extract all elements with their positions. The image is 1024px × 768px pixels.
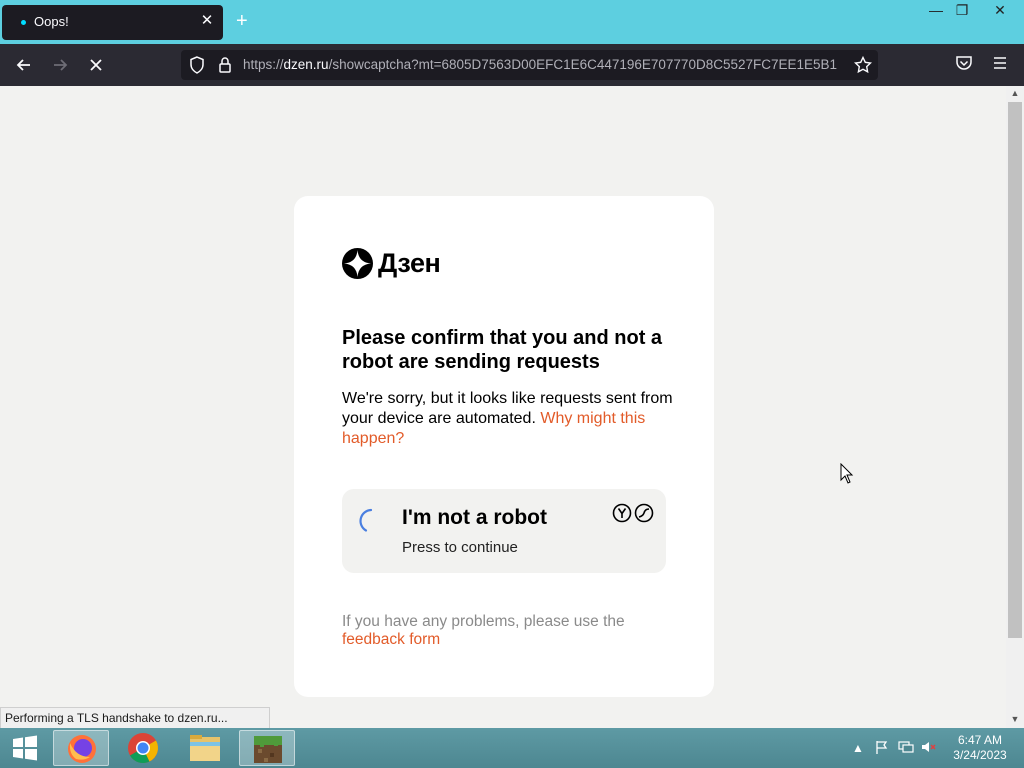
menu-hamburger-icon[interactable]: [989, 54, 1011, 76]
volume-muted-icon[interactable]: [921, 740, 937, 756]
feedback-link[interactable]: feedback form: [342, 631, 440, 648]
yandex-y-icon: [612, 503, 632, 523]
smartcaptcha-icon: [634, 503, 654, 523]
new-tab-icon[interactable]: +: [236, 11, 248, 31]
title-bar: Oops! ✕ + — ❐ ✕: [0, 0, 1024, 44]
lock-icon[interactable]: [218, 56, 232, 79]
show-hidden-icons-icon[interactable]: ▲: [850, 740, 866, 756]
forward-icon[interactable]: [49, 54, 71, 76]
description: We're sorry, but it looks like requests …: [342, 389, 677, 449]
url-path: /showcaptcha?mt=6805D7563D00EFC1E6C44719…: [328, 57, 838, 72]
scroll-up-arrow-icon[interactable]: ▲: [1006, 88, 1024, 98]
footer-note: If you have any problems, please use the…: [342, 613, 662, 649]
logo-text: Дзен: [378, 247, 441, 278]
captcha-card: Дзен Please confirm that you and not a r…: [294, 196, 714, 697]
clock-time: 6:47 AM: [957, 733, 1003, 747]
page-heading: Please confirm that you and not a robot …: [342, 327, 663, 373]
tab-oops[interactable]: Oops! ✕: [2, 5, 223, 40]
taskbar-chrome[interactable]: [115, 730, 171, 766]
spinner-icon: [359, 508, 373, 532]
stop-loading-icon[interactable]: [85, 54, 107, 76]
url-text[interactable]: https://dzen.ru/showcaptcha?mt=6805D7563…: [243, 57, 837, 72]
file-explorer-icon: [190, 735, 220, 761]
dzen-logo[interactable]: Дзен: [342, 247, 441, 279]
status-text: Performing a TLS handshake to dzen.ru...: [0, 707, 270, 729]
action-center-flag-icon[interactable]: [874, 740, 890, 756]
url-prefix: https://: [243, 57, 284, 72]
footer-text: If you have any problems, please use the: [342, 613, 625, 630]
start-button[interactable]: [4, 732, 46, 764]
close-window-button[interactable]: ✕: [985, 0, 1015, 22]
tracking-protection-shield-icon[interactable]: [189, 56, 205, 79]
loading-dot-icon: [21, 20, 26, 25]
close-tab-icon[interactable]: ✕: [199, 11, 215, 29]
network-icon[interactable]: [898, 740, 914, 756]
minecraft-icon: [254, 736, 282, 763]
restore-button[interactable]: ❐: [947, 0, 977, 22]
taskbar: ▲ 6:47 AM 3/24/2023: [0, 728, 1024, 768]
taskbar-minecraft[interactable]: [239, 730, 295, 766]
not-a-robot-button[interactable]: I'm not a robot Press to continue: [342, 489, 666, 573]
bookmark-star-icon[interactable]: [853, 55, 873, 79]
firefox-icon: [68, 735, 96, 763]
smartcaptcha-logo: [612, 503, 654, 523]
taskbar-firefox[interactable]: [53, 730, 109, 766]
tab-title: Oops!: [34, 14, 69, 29]
captcha-title: I'm not a robot: [402, 506, 547, 529]
dzen-logo-icon: [342, 247, 373, 279]
pocket-icon[interactable]: [953, 54, 975, 76]
address-bar[interactable]: https://dzen.ru/showcaptcha?mt=6805D7563…: [181, 50, 878, 80]
windows-logo-icon: [13, 735, 37, 761]
back-icon[interactable]: [13, 54, 35, 76]
captcha-subtitle: Press to continue: [402, 539, 518, 556]
chrome-icon: [128, 733, 158, 763]
clock-date: 3/24/2023: [953, 748, 1007, 762]
url-host: dzen.ru: [283, 57, 329, 72]
mouse-cursor-icon: [840, 463, 854, 484]
system-clock[interactable]: 6:47 AM 3/24/2023: [946, 733, 1014, 763]
navigation-bar: https://dzen.ru/showcaptcha?mt=6805D7563…: [0, 44, 1024, 86]
vertical-scrollbar[interactable]: ▲ ▼: [1006, 86, 1024, 728]
scroll-down-arrow-icon[interactable]: ▼: [1006, 714, 1024, 724]
taskbar-file-explorer[interactable]: [177, 730, 233, 766]
scroll-thumb[interactable]: [1008, 102, 1022, 638]
